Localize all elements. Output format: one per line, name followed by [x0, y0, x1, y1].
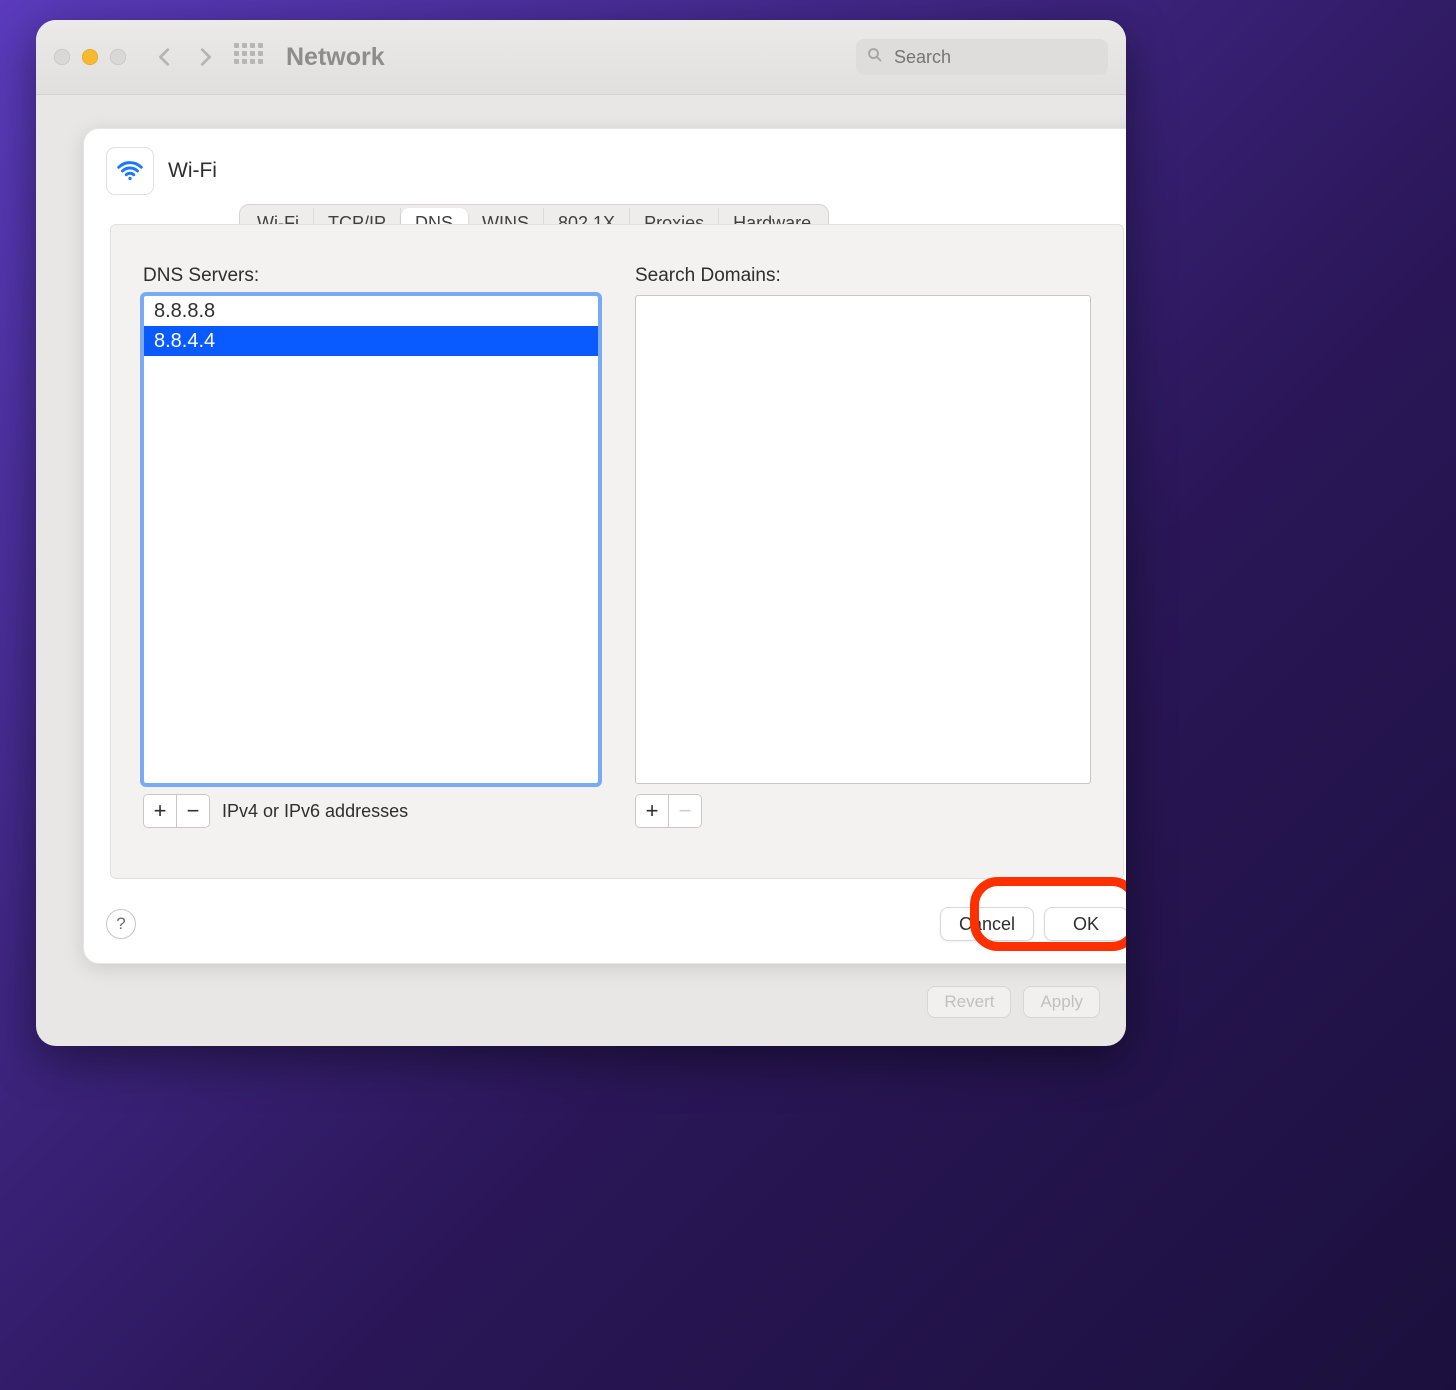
minimize-window-icon[interactable]: [82, 49, 98, 65]
search-domains-list[interactable]: [635, 295, 1091, 784]
sheet-header: Wi-Fi: [84, 129, 1126, 205]
search-domains-column: Search Domains: + −: [635, 265, 1091, 828]
back-button[interactable]: [154, 46, 176, 68]
forward-button[interactable]: [194, 46, 216, 68]
dns-servers-list[interactable]: 8.8.8.88.8.4.4: [143, 295, 599, 784]
window-title: Network: [286, 43, 385, 72]
ok-button[interactable]: OK: [1044, 907, 1126, 941]
system-prefs-window: Network Revert Apply Wi-Fi Wi-FiTCP/I: [36, 20, 1126, 1046]
close-window-icon[interactable]: [54, 49, 70, 65]
remove-domain-button: −: [668, 795, 701, 827]
search-input[interactable]: [892, 46, 1098, 69]
zoom-window-icon[interactable]: [110, 49, 126, 65]
wifi-icon: [106, 147, 154, 195]
dns-hint: IPv4 or IPv6 addresses: [222, 801, 408, 822]
help-button[interactable]: ?: [106, 909, 136, 939]
add-domain-button[interactable]: +: [636, 795, 668, 827]
apply-button: Apply: [1023, 986, 1100, 1018]
search-icon: [866, 46, 884, 69]
background-footer: Revert Apply: [927, 986, 1100, 1018]
titlebar: Network: [36, 20, 1126, 95]
search-domains-title: Search Domains:: [635, 265, 1091, 287]
sheet-title: Wi-Fi: [168, 159, 217, 183]
add-dns-button[interactable]: +: [144, 795, 176, 827]
dns-server-row[interactable]: 8.8.8.8: [144, 296, 598, 326]
dns-servers-title: DNS Servers:: [143, 265, 599, 287]
window-controls: [54, 49, 126, 65]
sheet-footer: ? Cancel OK: [106, 907, 1126, 941]
all-prefs-button[interactable]: [234, 43, 262, 71]
search-field[interactable]: [856, 39, 1108, 75]
dns-pane: DNS Servers: 8.8.8.88.8.4.4 + − IPv4 or …: [110, 224, 1124, 879]
dns-server-row[interactable]: 8.8.4.4: [144, 326, 598, 356]
cancel-button[interactable]: Cancel: [940, 907, 1034, 941]
dns-servers-column: DNS Servers: 8.8.8.88.8.4.4 + − IPv4 or …: [143, 265, 599, 828]
network-config-sheet: Wi-Fi Wi-FiTCP/IPDNSWINS802.1XProxiesHar…: [83, 128, 1126, 964]
revert-button: Revert: [927, 986, 1011, 1018]
remove-dns-button[interactable]: −: [176, 795, 209, 827]
